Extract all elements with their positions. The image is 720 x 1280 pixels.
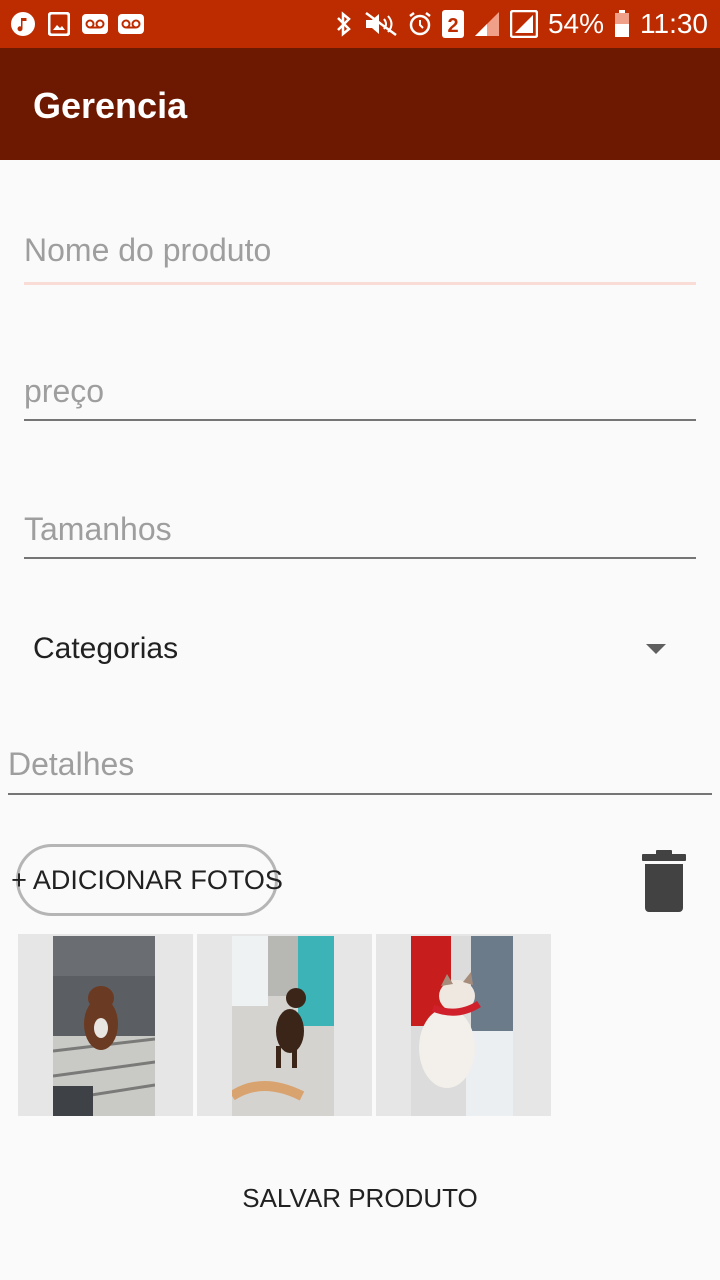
status-bar: 2 54% 11:30 bbox=[0, 0, 720, 48]
alarm-icon bbox=[408, 11, 432, 37]
photo-thumbnail[interactable] bbox=[18, 934, 193, 1116]
save-product-button[interactable]: SALVAR PRODUTO bbox=[200, 1168, 520, 1228]
details-underline bbox=[8, 793, 712, 795]
svg-text:2: 2 bbox=[447, 15, 458, 37]
categories-selected-value: Categorias bbox=[33, 632, 179, 665]
dropdown-arrow-icon bbox=[646, 644, 666, 654]
photo-thumbnail[interactable] bbox=[197, 934, 372, 1116]
dog-photo bbox=[232, 936, 334, 1116]
photo-gallery bbox=[18, 934, 551, 1116]
battery-percent: 54% bbox=[547, 8, 604, 39]
cat-photo bbox=[411, 936, 513, 1116]
app-bar: Gerencia bbox=[0, 48, 720, 160]
categories-dropdown[interactable]: Categorias bbox=[24, 620, 696, 684]
product-name-underline bbox=[24, 282, 696, 285]
trash-icon[interactable] bbox=[640, 848, 688, 912]
details-field[interactable]: Detalhes bbox=[8, 746, 712, 798]
details-placeholder: Detalhes bbox=[8, 746, 135, 782]
price-placeholder: preço bbox=[24, 373, 105, 409]
product-name-placeholder: Nome do produto bbox=[24, 232, 272, 268]
price-field[interactable]: preço bbox=[24, 373, 696, 423]
signal-icon bbox=[509, 10, 538, 38]
add-photos-button[interactable]: + ADICIONAR FOTOS bbox=[11, 844, 283, 916]
page-title: Gerencia bbox=[33, 85, 188, 126]
price-underline bbox=[24, 419, 696, 421]
sim-icon: 2 bbox=[441, 10, 464, 38]
sizes-placeholder: Tamanhos bbox=[24, 511, 172, 547]
sizes-underline bbox=[24, 557, 696, 559]
product-name-field[interactable]: Nome do produto bbox=[24, 232, 696, 286]
clock: 11:30 bbox=[640, 8, 708, 39]
music-icon bbox=[10, 11, 36, 37]
signal-icon bbox=[474, 11, 500, 37]
dog-photo bbox=[53, 936, 155, 1116]
voicemail-icon bbox=[82, 11, 108, 37]
image-icon bbox=[46, 11, 72, 37]
sizes-field[interactable]: Tamanhos bbox=[24, 511, 696, 561]
voicemail-icon bbox=[118, 11, 144, 37]
mute-icon bbox=[364, 11, 398, 37]
battery-icon bbox=[614, 10, 630, 38]
bluetooth-icon bbox=[334, 11, 354, 37]
photo-thumbnail[interactable] bbox=[376, 934, 551, 1116]
